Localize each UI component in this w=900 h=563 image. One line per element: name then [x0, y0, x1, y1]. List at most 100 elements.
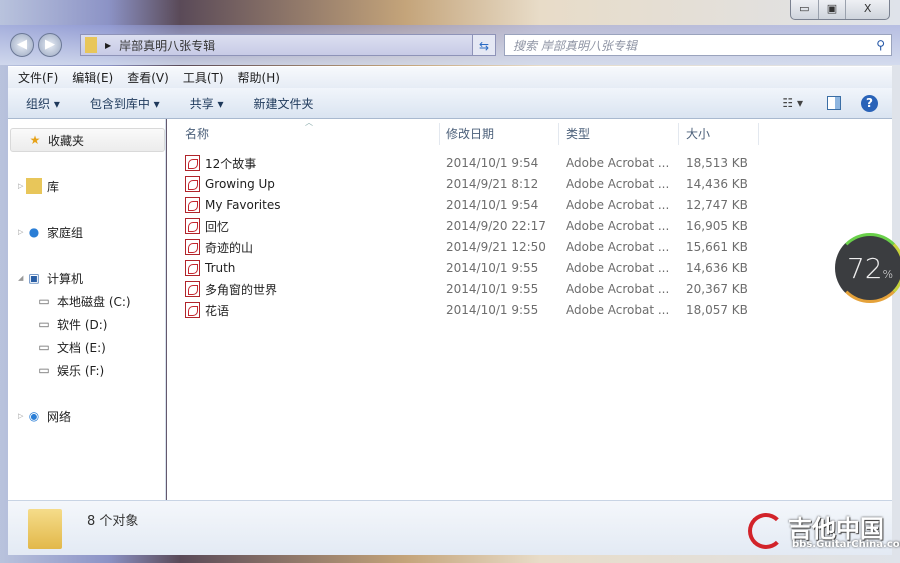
file-size: 16,905 KB: [686, 219, 748, 233]
search-icon[interactable]: ⚲: [876, 38, 885, 52]
sidebar-label: 网络: [47, 409, 72, 424]
file-type: Adobe Acrobat ...: [566, 198, 670, 212]
sidebar-item-homegroup[interactable]: ● 家庭组: [26, 222, 83, 242]
file-type: Adobe Acrobat ...: [566, 303, 670, 317]
sidebar-label: 家庭组: [47, 225, 84, 240]
breadcrumb-arrow-icon: ▶: [105, 40, 112, 50]
star-icon: ★: [29, 133, 41, 147]
file-type: Adobe Acrobat ...: [566, 219, 670, 233]
details-pane: 8 个对象 吉他中国 bbs.GuitarChina.com: [8, 500, 900, 555]
file-date: 2014/9/20 22:17: [446, 219, 546, 233]
file-row[interactable]: 12个故事 2014/10/1 9:54 Adobe Acrobat ... 1…: [185, 153, 765, 173]
address-bar[interactable]: ▶ 岸部真明八张专辑 ▼: [80, 34, 496, 56]
new-folder-button[interactable]: 新建文件夹: [254, 95, 314, 112]
file-name: My Favorites: [205, 198, 281, 212]
drive-icon: ▭: [38, 340, 50, 354]
sidebar-item-drive-c[interactable]: ▭ 本地磁盘 (C:): [36, 291, 130, 311]
file-type: Adobe Acrobat ...: [566, 177, 670, 191]
window-controls: ▭ ▣ X: [790, 0, 890, 20]
file-date: 2014/10/1 9:54: [446, 156, 539, 170]
sidebar-label: 计算机: [47, 271, 84, 286]
pdf-icon: [185, 281, 200, 297]
pdf-icon: [185, 260, 200, 276]
sidebar-item-computer[interactable]: ▣ 计算机: [26, 268, 83, 288]
menu-help[interactable]: 帮助(H): [238, 69, 280, 86]
navigation-pane: ★ 收藏夹 ▷ 库 ▷ ● 家庭组 ◢ ▣ 计算机 ▭ 本地磁盘 (C:) ▭ 软件 (D…: [8, 119, 166, 500]
back-button[interactable]: ◀: [10, 33, 34, 57]
forward-button[interactable]: ▶: [38, 33, 62, 57]
file-name: 多角窗的世界: [205, 282, 278, 297]
file-row[interactable]: Truth 2014/10/1 9:55 Adobe Acrobat ... 1…: [185, 258, 765, 278]
file-date: 2014/10/1 9:55: [446, 261, 539, 275]
file-name: 12个故事: [205, 156, 257, 171]
organize-button[interactable]: 组织 ▾: [26, 95, 60, 112]
maximize-button[interactable]: ▣: [819, 0, 847, 19]
file-date: 2014/10/1 9:55: [446, 282, 539, 296]
menu-tools[interactable]: 工具(T): [183, 69, 224, 86]
file-type: Adobe Acrobat ...: [566, 156, 670, 170]
search-input[interactable]: 搜索 岸部真明八张专辑 ⚲: [504, 34, 892, 56]
sidebar-item-favorites[interactable]: ★ 收藏夹: [10, 128, 165, 152]
menu-view[interactable]: 查看(V): [127, 69, 169, 86]
menu-edit[interactable]: 编辑(E): [72, 69, 113, 86]
file-size: 20,367 KB: [686, 282, 748, 296]
file-name: 奇迹的山: [205, 240, 254, 255]
watermark-logo: [748, 513, 784, 549]
file-name: 花语: [205, 303, 230, 318]
item-count: 8 个对象: [87, 514, 139, 529]
file-row[interactable]: 花语 2014/10/1 9:55 Adobe Acrobat ... 18,0…: [185, 300, 765, 320]
file-row[interactable]: 多角窗的世界 2014/10/1 9:55 Adobe Acrobat ... …: [185, 279, 765, 299]
folder-icon: [28, 509, 62, 549]
file-type: Adobe Acrobat ...: [566, 240, 670, 254]
menu-bar: 文件(F) 编辑(E) 查看(V) 工具(T) 帮助(H): [8, 66, 892, 88]
column-header-name[interactable]: 名称: [178, 123, 440, 145]
sidebar-item-network[interactable]: ◉ 网络: [26, 406, 71, 426]
share-button[interactable]: 共享 ▾: [190, 95, 224, 112]
sidebar-label: 软件 (D:): [57, 317, 108, 332]
file-size: 15,661 KB: [686, 240, 748, 254]
sidebar-label: 文档 (E:): [57, 340, 106, 355]
file-row[interactable]: Growing Up 2014/9/21 8:12 Adobe Acrobat …: [185, 174, 765, 194]
file-row[interactable]: My Favorites 2014/10/1 9:54 Adobe Acroba…: [185, 195, 765, 215]
library-icon: [26, 178, 42, 194]
sidebar-item-drive-f[interactable]: ▭ 娱乐 (F:): [36, 360, 104, 380]
close-button[interactable]: X: [846, 0, 889, 19]
breadcrumb-path[interactable]: 岸部真明八张专辑: [119, 37, 215, 54]
drive-icon: ▭: [38, 363, 50, 377]
memory-gauge[interactable]: 72%: [835, 233, 900, 303]
expand-icon[interactable]: ▷: [18, 412, 23, 420]
search-placeholder: 搜索 岸部真明八张专辑: [513, 38, 637, 53]
file-name: 回忆: [205, 219, 230, 234]
folder-icon: [85, 37, 97, 53]
column-header-size[interactable]: 大小: [679, 123, 759, 145]
computer-icon: ▣: [28, 271, 40, 285]
sidebar-item-drive-d[interactable]: ▭ 软件 (D:): [36, 314, 107, 334]
column-header-type[interactable]: 类型: [559, 123, 679, 145]
view-options-icon[interactable]: ☷ ▾: [782, 96, 803, 110]
preview-pane-icon[interactable]: [827, 96, 841, 110]
file-size: 14,636 KB: [686, 261, 748, 275]
expand-icon[interactable]: ▷: [18, 228, 23, 236]
file-date: 2014/9/21 12:50: [446, 240, 546, 254]
network-icon: ◉: [28, 409, 40, 423]
expand-icon[interactable]: ▷: [18, 182, 23, 190]
gauge-value: 72: [846, 251, 883, 285]
refresh-icon[interactable]: ⇆: [472, 34, 496, 56]
file-row[interactable]: 奇迹的山 2014/9/21 12:50 Adobe Acrobat ... 1…: [185, 237, 765, 257]
help-icon[interactable]: ?: [861, 94, 878, 112]
command-bar: 组织 ▾ 包含到库中 ▾ 共享 ▾ 新建文件夹 ☷ ▾ ?: [8, 88, 892, 119]
file-row[interactable]: 回忆 2014/9/20 22:17 Adobe Acrobat ... 16,…: [185, 216, 765, 236]
pdf-icon: [185, 155, 200, 171]
gauge-unit: %: [882, 267, 894, 281]
sidebar-label: 收藏夹: [48, 133, 85, 148]
file-date: 2014/9/21 8:12: [446, 177, 539, 191]
pdf-icon: [185, 197, 200, 213]
include-in-library-button[interactable]: 包含到库中 ▾: [90, 95, 160, 112]
file-list: ︿ 名称 修改日期 类型 大小 12个故事 2014/10/1 9:54 Ado…: [167, 118, 892, 500]
minimize-button[interactable]: ▭: [791, 0, 819, 19]
sidebar-item-libraries[interactable]: 库: [26, 176, 59, 196]
sidebar-item-drive-e[interactable]: ▭ 文档 (E:): [36, 337, 106, 357]
collapse-icon[interactable]: ◢: [18, 274, 23, 282]
menu-file[interactable]: 文件(F): [18, 69, 58, 86]
column-header-date[interactable]: 修改日期: [439, 123, 559, 145]
